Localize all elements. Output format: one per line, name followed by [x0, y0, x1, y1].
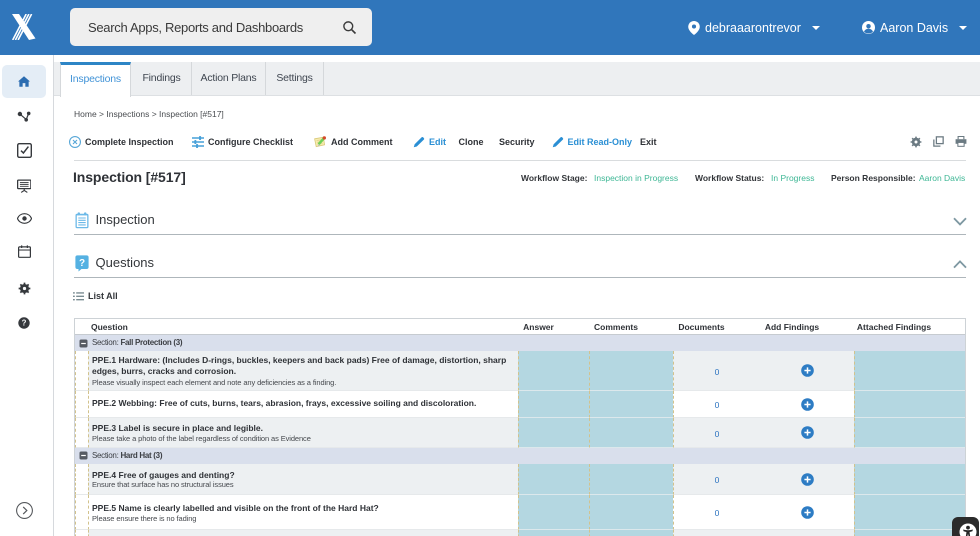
svg-text:?: ? [22, 319, 27, 328]
svg-text:?: ? [78, 257, 84, 268]
